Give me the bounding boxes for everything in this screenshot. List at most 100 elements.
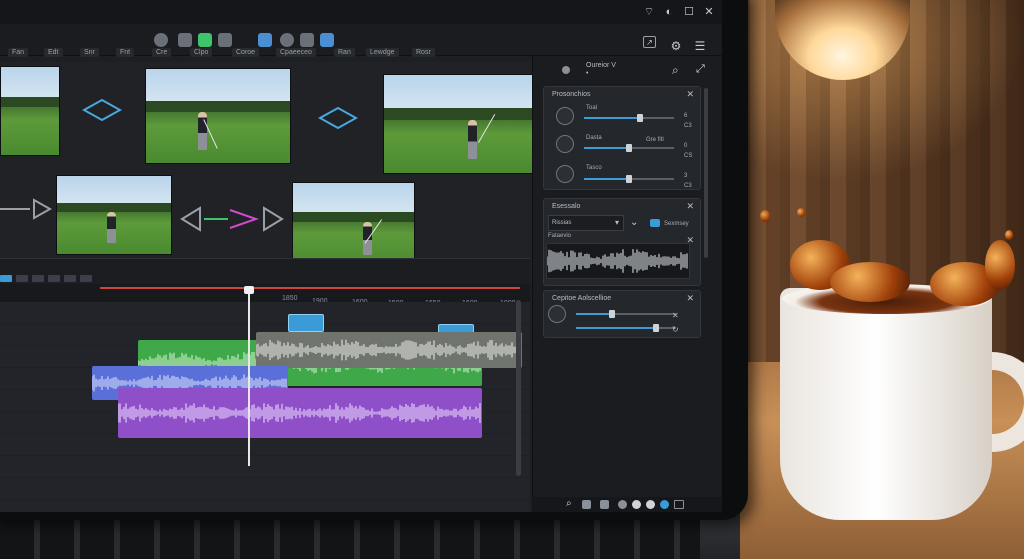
menu-icon[interactable]: ☰ xyxy=(692,38,708,54)
storyboard-clip-thumbnail[interactable] xyxy=(383,74,539,174)
toal-knob[interactable] xyxy=(556,107,574,125)
track-toggle[interactable] xyxy=(32,275,44,282)
inspector-header: Oureior V • ⌕ ⤢ xyxy=(552,62,712,80)
storyboard-clip-thumbnail[interactable] xyxy=(145,68,291,164)
clip-icon[interactable] xyxy=(178,33,192,47)
coffee-droplet xyxy=(797,208,805,217)
caption-knob[interactable] xyxy=(548,305,566,323)
search-icon[interactable]: ⌕ xyxy=(566,498,572,509)
storyboard-icon[interactable] xyxy=(320,33,334,47)
storyboard-clip-thumbnail[interactable] xyxy=(292,182,415,268)
waveform-preview xyxy=(546,243,690,279)
transition-icon[interactable] xyxy=(178,204,286,234)
tasco-slider[interactable] xyxy=(584,175,674,183)
storyboard-clip-thumbnail[interactable] xyxy=(56,175,172,255)
track-toggle[interactable] xyxy=(48,275,60,282)
presets-title: Prosonchios xyxy=(552,91,591,98)
menu-item[interactable]: Coroe xyxy=(232,48,260,57)
effects-tag: Sexmsey xyxy=(664,221,689,227)
coffee-splash xyxy=(985,240,1015,290)
transition-icon[interactable] xyxy=(82,98,122,122)
check-icon[interactable]: ⌄ xyxy=(630,217,638,228)
image-icon[interactable] xyxy=(258,33,272,47)
chevron-down-icon: ▾ xyxy=(614,218,619,227)
storyboard-clip-thumbnail[interactable] xyxy=(0,66,60,156)
coffee-splash xyxy=(830,262,910,302)
menu-item[interactable]: Rosr xyxy=(412,48,435,57)
list-icon[interactable] xyxy=(582,500,591,509)
tasco-label: Tasco xyxy=(586,165,602,171)
close-icon[interactable]: ✕ xyxy=(686,293,694,304)
menu-item[interactable]: Fnt xyxy=(116,48,135,57)
effects-dropdown[interactable]: Rissias ▾ xyxy=(548,215,624,231)
waveform-icon xyxy=(256,339,521,361)
expand-icon[interactable]: ⤢ xyxy=(696,63,705,76)
track-toggle[interactable] xyxy=(16,275,28,282)
title-bar: ⌔ ◐ ☐ ✕ xyxy=(0,0,722,24)
dasta-label: Dasta xyxy=(586,135,602,141)
track-toggle[interactable] xyxy=(80,275,92,282)
work-area-bar[interactable] xyxy=(100,287,520,289)
status-dot-icon[interactable] xyxy=(660,500,669,509)
audio-clip-gray[interactable] xyxy=(256,332,522,368)
clip-marker[interactable] xyxy=(288,314,324,332)
gear-icon[interactable] xyxy=(280,33,294,47)
transition-icon[interactable] xyxy=(0,196,52,222)
maximize-button[interactable]: ☐ xyxy=(682,5,696,19)
tasco-value: 3 xyxy=(684,173,688,179)
toal-slider[interactable] xyxy=(584,114,674,122)
settings-icon[interactable]: ⚙ xyxy=(668,38,684,54)
monitor-icon[interactable] xyxy=(300,33,314,47)
status-bar: ⌕ xyxy=(532,497,722,512)
menu-item[interactable]: Cre xyxy=(152,48,172,57)
menu-item[interactable]: Ran xyxy=(334,48,355,57)
cloud-icon[interactable] xyxy=(218,33,232,47)
search-icon[interactable]: ⌕ xyxy=(672,63,679,78)
menu-item[interactable]: Snr xyxy=(80,48,99,57)
panel-scrollbar[interactable] xyxy=(704,88,708,258)
toal-label: Toal xyxy=(586,105,598,111)
transition-icon[interactable] xyxy=(318,106,358,130)
caption-slider-2[interactable] xyxy=(576,324,676,332)
pin-icon[interactable] xyxy=(154,33,168,47)
menu-item[interactable]: Lewdge xyxy=(366,48,399,57)
menu-item[interactable]: Clpo xyxy=(190,48,213,57)
dasta-knob[interactable] xyxy=(556,135,574,153)
monitor-icon[interactable] xyxy=(674,500,684,509)
track-toggle[interactable] xyxy=(0,275,12,282)
dot-icon[interactable] xyxy=(646,500,655,509)
close-icon[interactable]: ✕ xyxy=(686,201,694,212)
presets-card: Prosonchios ✕ Toal 6 C3 Dasta Gre fitl 0… xyxy=(543,86,701,190)
inspector-title[interactable]: Oureior V xyxy=(586,62,616,69)
dasta-slider[interactable] xyxy=(584,144,674,152)
waveform-icon xyxy=(118,403,481,423)
tasco-knob[interactable] xyxy=(556,165,574,183)
playhead[interactable] xyxy=(248,288,250,466)
link-icon[interactable] xyxy=(650,219,660,227)
track-toggle[interactable] xyxy=(64,275,76,282)
playhead-handle[interactable] xyxy=(244,286,254,294)
close-icon[interactable]: ✕ xyxy=(672,311,679,320)
menu-item[interactable]: Cpaeeceo xyxy=(276,48,316,57)
timeline-header xyxy=(0,258,530,298)
menu-item[interactable]: Edt xyxy=(44,48,63,57)
close-button[interactable]: ✕ xyxy=(702,5,716,19)
caption-slider-1[interactable] xyxy=(576,310,676,318)
caption-title: Cepitoe Aolscellioe xyxy=(552,295,612,302)
grid-icon[interactable] xyxy=(600,500,609,509)
record-icon[interactable] xyxy=(562,66,570,74)
timeline-icon[interactable] xyxy=(198,33,212,47)
dasta-extra: Gre fitl xyxy=(646,137,664,143)
timeline-scrollbar[interactable] xyxy=(516,300,521,476)
audio-clip-purple[interactable] xyxy=(118,388,482,438)
menu-item[interactable]: Fan xyxy=(8,48,29,57)
coffee-droplet xyxy=(760,210,770,222)
dot-icon[interactable] xyxy=(632,500,641,509)
dasta-value: 0 xyxy=(684,143,688,149)
close-icon[interactable]: ✕ xyxy=(686,89,694,100)
refresh-icon[interactable]: ↻ xyxy=(672,325,679,334)
effects-dropdown-label: Rissias xyxy=(552,220,572,226)
circle-icon[interactable] xyxy=(618,500,627,509)
theme-icon[interactable]: ◐ xyxy=(662,5,676,19)
export-icon[interactable]: ↗ xyxy=(643,36,656,48)
